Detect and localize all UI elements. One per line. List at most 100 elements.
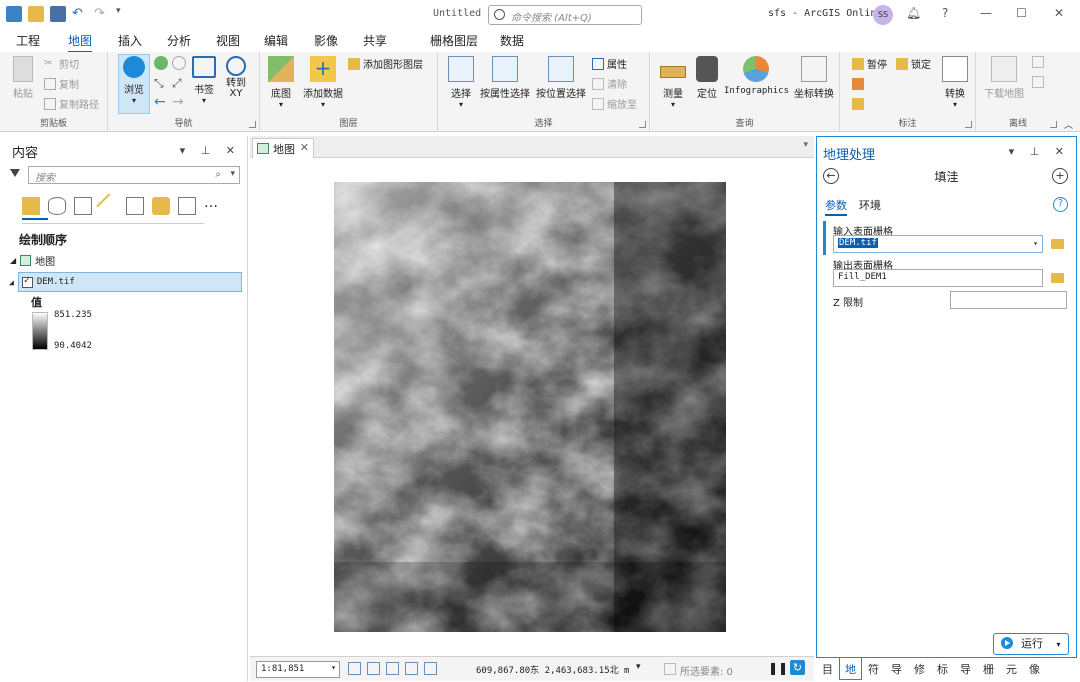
map-view-tab[interactable]: 地图 ✕ [252,138,314,158]
label-options-icon[interactable] [852,98,864,110]
customize-qat-icon[interactable]: ▾ [116,6,132,22]
fixed-zoom-in-icon[interactable]: ⤡ [154,76,164,91]
copy-button[interactable]: 复制 [44,76,79,91]
table-icon[interactable] [367,662,380,675]
bookmarks-button[interactable]: 书签 ▾ [190,56,218,105]
pause-drawing-icon[interactable]: ❚❚ [768,661,788,675]
snapping-list-icon[interactable] [126,197,144,215]
navigate-launcher-icon[interactable] [249,121,256,128]
tab-view[interactable]: 视图 [216,32,240,49]
offline-launcher-icon[interactable] [1050,121,1057,128]
snapping-icon[interactable] [386,662,399,675]
map-tree-node[interactable]: ◢ 地图 [10,253,55,268]
next-extent-icon[interactable]: → [172,94,184,110]
labeling-list-icon[interactable] [152,197,170,215]
chevron-down-icon[interactable]: ▾ [636,662,641,672]
select-by-attributes-button[interactable]: 按属性选择 [478,56,532,100]
perspective-imagery-icon[interactable] [178,197,196,215]
add-icon[interactable]: + [1052,168,1068,184]
tab-metadata[interactable]: 元 [1000,658,1023,680]
measure-button[interactable]: 测量 ▾ [658,56,688,109]
tab-data[interactable]: 数据 [500,32,524,49]
z-limit-field[interactable] [950,291,1067,309]
redo-icon[interactable]: ↷ [94,6,110,22]
clear-selection-button[interactable]: 清除 [592,76,627,91]
tab-imagery[interactable]: 影像 [314,32,338,49]
undo-icon[interactable]: ↶ [72,6,88,22]
tab-map[interactable]: 地图 [68,32,93,53]
basemap-button[interactable]: 底图 ▾ [266,56,296,109]
previous-extent-icon[interactable]: ← [154,94,166,110]
zoom-to-selection-button[interactable]: 缩放至 [592,96,637,111]
sync-icon[interactable] [1032,56,1044,68]
tab-imagery[interactable]: 像 [1023,658,1046,680]
chevron-down-icon[interactable]: ▾ [803,140,808,150]
add-data-button[interactable]: + 添加数据 ▾ [300,56,346,109]
folder-icon[interactable] [1051,239,1064,249]
close-icon[interactable]: ✕ [1054,6,1064,20]
tab-share[interactable]: 共享 [363,32,387,49]
refresh-icon[interactable]: ↻ [790,660,805,675]
tab-insert[interactable]: 插入 [118,32,142,49]
selection-list-icon[interactable] [74,197,92,215]
output-raster-field[interactable]: Fill_DEM1 [833,269,1043,287]
tab-symbology[interactable]: 符 [862,658,885,680]
contents-search-input[interactable]: 搜索 ⌕ ▾ [28,166,240,184]
labeling-launcher-icon[interactable] [965,121,972,128]
full-extent-icon[interactable] [154,56,168,70]
crosshair-icon[interactable] [405,662,418,675]
goto-xy-button[interactable]: 转到 XY [222,56,250,99]
filter-icon[interactable] [10,169,20,177]
lock-labels-button[interactable]: 锁定 [896,56,931,71]
pane-controls[interactable]: ▾ ⊥ ✕ [1009,145,1070,158]
notification-bell-icon[interactable]: 🔔︎ [906,6,921,20]
locate-button[interactable]: 定位 [692,56,722,100]
copy-path-button[interactable]: 复制路径 [44,96,99,111]
grid-icon[interactable] [348,662,361,675]
pause-labels-button[interactable]: 暂停 [852,56,887,71]
help-icon[interactable]: ? [1053,197,1068,212]
maximize-icon[interactable]: ☐ [1016,6,1027,20]
layer-visibility-checkbox[interactable] [21,275,33,288]
scale-selector[interactable]: 1:81,851 ▾ [256,661,340,678]
tab-modify[interactable]: 修 [908,658,931,680]
new-project-icon[interactable] [6,6,22,22]
minimize-icon[interactable]: — [980,6,992,20]
collapse-arrow-icon[interactable]: ◢ [9,278,14,287]
explore-button[interactable]: 浏览 ▾ [118,56,150,105]
tab-environments[interactable]: 环境 [859,197,881,213]
tab-catalog[interactable]: 目 [816,658,839,680]
cut-button[interactable]: ✂ 剪切 [44,56,79,72]
download-map-button[interactable]: 下载地图 [982,56,1026,100]
zoom-extent-icon[interactable] [172,56,186,70]
editing-list-icon[interactable] [96,193,122,219]
tab-parameters[interactable]: 参数 [825,197,847,216]
folder-icon[interactable] [1051,273,1064,283]
collapse-arrow-icon[interactable]: ◢ [10,256,16,265]
data-source-icon[interactable] [48,197,66,215]
help-icon[interactable]: ? [942,6,948,20]
collapse-ribbon-icon[interactable]: ︿ [1064,118,1073,131]
select-button[interactable]: 选择 ▾ [446,56,476,109]
tab-export[interactable]: 导 [885,658,908,680]
tab-geoprocessing[interactable]: 地 [839,658,862,680]
selection-launcher-icon[interactable] [639,121,646,128]
chevron-down-icon[interactable]: ▾ [1033,239,1038,248]
input-raster-field[interactable]: DEM.tif ▾ [833,235,1043,253]
select-by-location-button[interactable]: 按位置选择 [534,56,588,100]
drawing-order-icon[interactable] [22,197,40,215]
tab-import[interactable]: 导 [954,658,977,680]
tab-project[interactable]: 工程 [16,32,40,49]
unplaced-labels-icon[interactable] [852,78,864,90]
pane-controls[interactable]: ▾ ⊥ ✕ [180,144,241,157]
close-icon[interactable]: ✕ [300,141,309,154]
command-search-input[interactable]: 命令搜索 (Alt+Q) [488,5,642,25]
map-view[interactable]: 地图 ✕ ▾ 1:81,851 ▾ 609,867.80东 2,463,683.… [250,136,814,681]
run-button[interactable]: 运行 ▾ [993,633,1069,655]
tab-labeling[interactable]: 标 [931,658,954,680]
more-options-icon[interactable]: … [204,196,222,215]
coordinate-conversion-button[interactable]: 坐标转换 [790,56,838,100]
add-graphics-layer-button[interactable]: 添加图形图层 [348,56,423,71]
paste-button[interactable]: 粘贴 [8,56,38,100]
open-icon[interactable] [28,6,44,22]
